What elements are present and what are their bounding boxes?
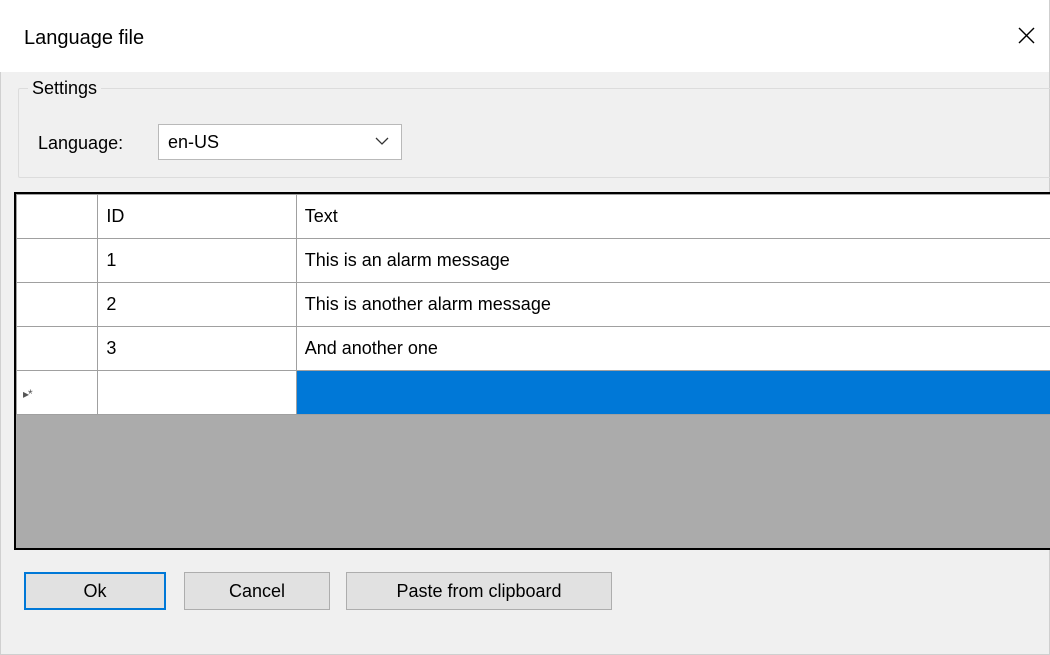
ok-button[interactable]: Ok: [24, 572, 166, 610]
id-cell-value: 3: [106, 338, 117, 358]
text-cell-value: This is another alarm message: [304, 294, 551, 314]
id-cell-value: 1: [106, 250, 117, 270]
row-header[interactable]: [16, 238, 99, 283]
language-dropdown[interactable]: en-US: [158, 124, 402, 160]
column-header-id[interactable]: ID: [97, 194, 297, 239]
new-row[interactable]: ▸*: [16, 370, 1050, 415]
table-row[interactable]: 2 This is another alarm message: [16, 282, 1050, 327]
id-cell[interactable]: 2: [97, 282, 297, 327]
column-header-text-label: Text: [304, 206, 338, 226]
window-border: [0, 72, 1, 654]
dialog-window: Language file Settings Language: en-US I…: [0, 0, 1050, 655]
title-bar: Language file: [0, 0, 1049, 72]
settings-group-label: Settings: [28, 76, 102, 100]
new-row-id-cell[interactable]: [97, 370, 297, 415]
text-cell[interactable]: And another one: [295, 326, 1050, 371]
text-cell-value: And another one: [304, 338, 438, 358]
text-cell[interactable]: This is an alarm message: [295, 238, 1050, 283]
text-cell-value: This is an alarm message: [304, 250, 510, 270]
column-header-id-label: ID: [106, 206, 125, 226]
new-row-text-cell-selected[interactable]: [295, 370, 1050, 415]
language-dropdown-value: en-US: [168, 132, 220, 152]
language-label: Language:: [38, 133, 124, 153]
language-data-grid[interactable]: ID Text 1 This is an alarm message 2 Thi…: [14, 192, 1050, 550]
grid-corner-header[interactable]: [16, 194, 99, 239]
row-header[interactable]: [16, 282, 99, 327]
id-cell[interactable]: 3: [97, 326, 297, 371]
table-row[interactable]: 3 And another one: [16, 326, 1050, 371]
id-cell-value: 2: [106, 294, 117, 314]
close-icon: [1018, 27, 1035, 44]
text-cell[interactable]: This is another alarm message: [295, 282, 1050, 327]
cancel-button[interactable]: Cancel: [184, 572, 330, 610]
table-row[interactable]: 1 This is an alarm message: [16, 238, 1050, 283]
id-cell[interactable]: 1: [97, 238, 297, 283]
new-row-header[interactable]: ▸*: [16, 370, 99, 415]
column-header-text[interactable]: Text: [295, 194, 1050, 239]
window-title: Language file: [24, 27, 145, 49]
grid-header-row: ID Text: [16, 194, 1050, 239]
close-button[interactable]: [1004, 16, 1048, 56]
row-header[interactable]: [16, 326, 99, 371]
chevron-down-icon: [375, 137, 389, 145]
paste-from-clipboard-button[interactable]: Paste from clipboard: [346, 572, 612, 610]
grid-table: ID Text 1 This is an alarm message 2 Thi…: [16, 194, 1050, 415]
new-row-marker-icon: ▸*: [23, 387, 33, 401]
